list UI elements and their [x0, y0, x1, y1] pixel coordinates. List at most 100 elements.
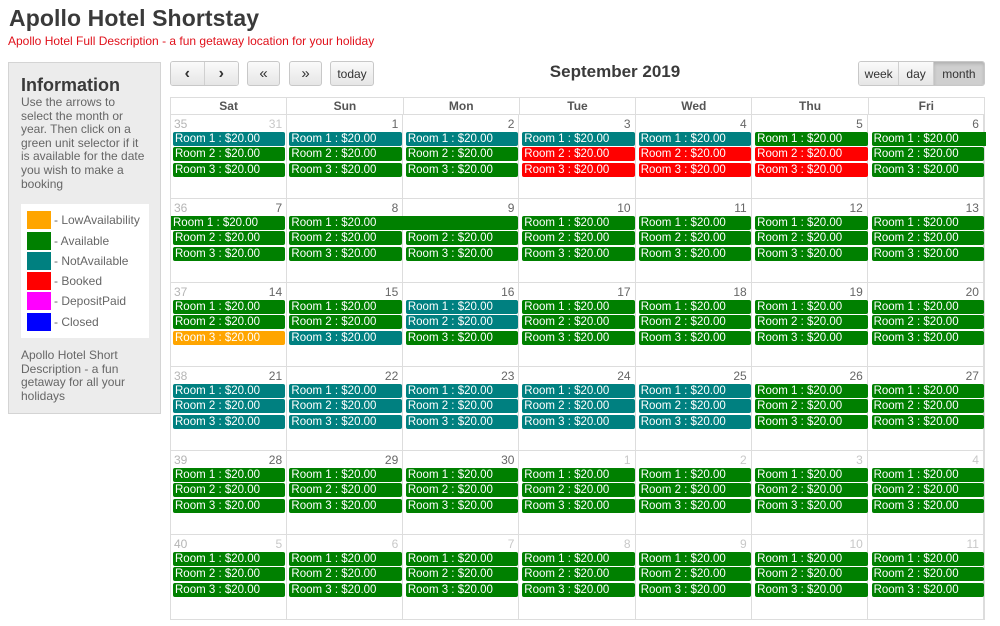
- room-event[interactable]: Room 1 : $20.00: [871, 552, 984, 566]
- room-event[interactable]: Room 3 : $20.00: [173, 498, 286, 513]
- room-event[interactable]: Room 2 : $20.00: [522, 231, 635, 246]
- day-number[interactable]: 5: [856, 117, 863, 131]
- day-number[interactable]: 14: [269, 285, 282, 299]
- room-event[interactable]: Room 1 : $20.00: [173, 384, 286, 398]
- day-number[interactable]: 26: [849, 369, 862, 383]
- day-number[interactable]: 1: [624, 453, 631, 467]
- room-event[interactable]: Room 2 : $20.00: [522, 399, 635, 414]
- room-event[interactable]: Room 3 : $20.00: [522, 330, 635, 345]
- room-event[interactable]: Room 2 : $20.00: [755, 147, 868, 162]
- room-event[interactable]: Room 3 : $20.00: [638, 330, 752, 345]
- room-event[interactable]: Room 2 : $20.00: [755, 231, 868, 246]
- day-number[interactable]: 11: [734, 201, 746, 215]
- room-event[interactable]: Room 3 : $20.00: [755, 246, 868, 261]
- room-event[interactable]: Room 2 : $20.00: [871, 315, 984, 330]
- day-number[interactable]: 18: [733, 285, 746, 299]
- room-event[interactable]: Room 2 : $20.00: [638, 315, 752, 330]
- room-event[interactable]: Room 3 : $20.00: [755, 498, 868, 513]
- room-event[interactable]: Room 3 : $20.00: [638, 246, 752, 261]
- room-event[interactable]: Room 2 : $20.00: [522, 483, 635, 498]
- day-number[interactable]: 9: [508, 201, 515, 215]
- room-event[interactable]: Room 1 : $20.00: [522, 300, 635, 314]
- day-number[interactable]: 28: [269, 453, 282, 467]
- room-event[interactable]: Room 1 : $20.00: [638, 468, 752, 482]
- day-number[interactable]: 1: [392, 117, 399, 131]
- day-number[interactable]: 16: [501, 285, 514, 299]
- room-event[interactable]: Room 1 : $20.00: [871, 300, 984, 314]
- view-week-button[interactable]: week: [859, 62, 900, 85]
- room-event[interactable]: Room 1 : $20.00: [171, 216, 286, 230]
- room-event[interactable]: Room 2 : $20.00: [405, 231, 519, 246]
- day-number[interactable]: 20: [966, 285, 979, 299]
- room-event[interactable]: Room 1 : $20.00: [522, 468, 635, 482]
- room-event[interactable]: Room 2 : $20.00: [522, 315, 635, 330]
- day-number[interactable]: 12: [849, 201, 862, 215]
- room-event[interactable]: Room 2 : $20.00: [522, 147, 635, 162]
- room-event[interactable]: Room 1 : $20.00: [871, 216, 984, 230]
- room-event[interactable]: Room 3 : $20.00: [405, 330, 519, 345]
- room-event[interactable]: Room 1 : $20.00: [871, 132, 986, 146]
- room-event[interactable]: Room 1 : $20.00: [289, 300, 402, 314]
- room-event[interactable]: Room 3 : $20.00: [289, 582, 402, 597]
- room-event[interactable]: Room 3 : $20.00: [638, 414, 752, 429]
- room-event[interactable]: Room 3 : $20.00: [755, 330, 868, 345]
- day-number[interactable]: 29: [385, 453, 398, 467]
- room-event[interactable]: Room 2 : $20.00: [405, 483, 519, 498]
- room-event[interactable]: Room 1 : $20.00: [173, 468, 286, 482]
- room-event[interactable]: Room 2 : $20.00: [173, 483, 286, 498]
- day-number[interactable]: 3: [624, 117, 631, 131]
- room-event[interactable]: Room 2 : $20.00: [755, 399, 868, 414]
- prev-year-button[interactable]: «: [247, 61, 280, 86]
- room-event[interactable]: Room 2 : $20.00: [638, 567, 752, 582]
- room-event[interactable]: Room 2 : $20.00: [173, 315, 286, 330]
- room-event[interactable]: Room 3 : $20.00: [755, 162, 868, 177]
- day-number[interactable]: 7: [275, 201, 282, 215]
- room-event[interactable]: Room 3 : $20.00: [405, 246, 519, 261]
- room-event[interactable]: Room 1 : $20.00: [522, 132, 635, 146]
- room-event[interactable]: Room 3 : $20.00: [871, 246, 984, 261]
- room-event[interactable]: Room 3 : $20.00: [638, 582, 752, 597]
- room-event[interactable]: Room 3 : $20.00: [522, 582, 635, 597]
- room-event[interactable]: Room 1 : $20.00: [289, 552, 402, 566]
- day-number[interactable]: 15: [385, 285, 398, 299]
- day-number[interactable]: 8: [392, 201, 399, 215]
- room-event[interactable]: Room 1 : $20.00: [871, 384, 984, 398]
- room-event[interactable]: Room 1 : $20.00: [405, 552, 519, 566]
- room-event[interactable]: Room 1 : $20.00: [638, 300, 752, 314]
- room-event[interactable]: Room 1 : $20.00: [755, 468, 868, 482]
- day-number[interactable]: 24: [617, 369, 630, 383]
- room-event[interactable]: Room 3 : $20.00: [173, 414, 286, 429]
- day-number[interactable]: 8: [624, 537, 631, 551]
- day-number[interactable]: 23: [501, 369, 514, 383]
- room-event[interactable]: Room 3 : $20.00: [289, 246, 402, 261]
- room-event[interactable]: Room 3 : $20.00: [405, 498, 519, 513]
- room-event[interactable]: Room 3 : $20.00: [405, 582, 519, 597]
- view-month-button[interactable]: month: [933, 62, 984, 85]
- day-number[interactable]: 11: [967, 537, 979, 551]
- room-event[interactable]: Room 1 : $20.00: [405, 300, 519, 314]
- room-event[interactable]: Room 3 : $20.00: [871, 582, 984, 597]
- room-event[interactable]: Room 2 : $20.00: [289, 399, 402, 414]
- day-number[interactable]: 13: [966, 201, 979, 215]
- room-event[interactable]: Room 1 : $20.00: [522, 552, 635, 566]
- room-event[interactable]: Room 2 : $20.00: [638, 483, 752, 498]
- room-event[interactable]: Room 1 : $20.00: [289, 216, 519, 230]
- room-event[interactable]: Room 3 : $20.00: [871, 414, 984, 429]
- prev-month-button[interactable]: ‹: [171, 62, 205, 85]
- room-event[interactable]: Room 1 : $20.00: [755, 132, 868, 146]
- room-event[interactable]: Room 2 : $20.00: [173, 147, 286, 162]
- room-event[interactable]: Room 3 : $20.00: [173, 582, 286, 597]
- room-event[interactable]: Room 1 : $20.00: [173, 300, 286, 314]
- room-event[interactable]: Room 2 : $20.00: [405, 567, 519, 582]
- room-event[interactable]: Room 2 : $20.00: [289, 315, 402, 330]
- room-event[interactable]: Room 1 : $20.00: [755, 300, 868, 314]
- day-number[interactable]: 22: [385, 369, 398, 383]
- day-number[interactable]: 10: [617, 201, 630, 215]
- room-event[interactable]: Room 2 : $20.00: [289, 147, 402, 162]
- room-event[interactable]: Room 3 : $20.00: [173, 330, 286, 345]
- room-event[interactable]: Room 3 : $20.00: [405, 414, 519, 429]
- room-event[interactable]: Room 2 : $20.00: [289, 231, 402, 246]
- room-event[interactable]: Room 3 : $20.00: [289, 330, 402, 345]
- next-year-button[interactable]: »: [289, 61, 322, 86]
- day-number[interactable]: 7: [508, 537, 515, 551]
